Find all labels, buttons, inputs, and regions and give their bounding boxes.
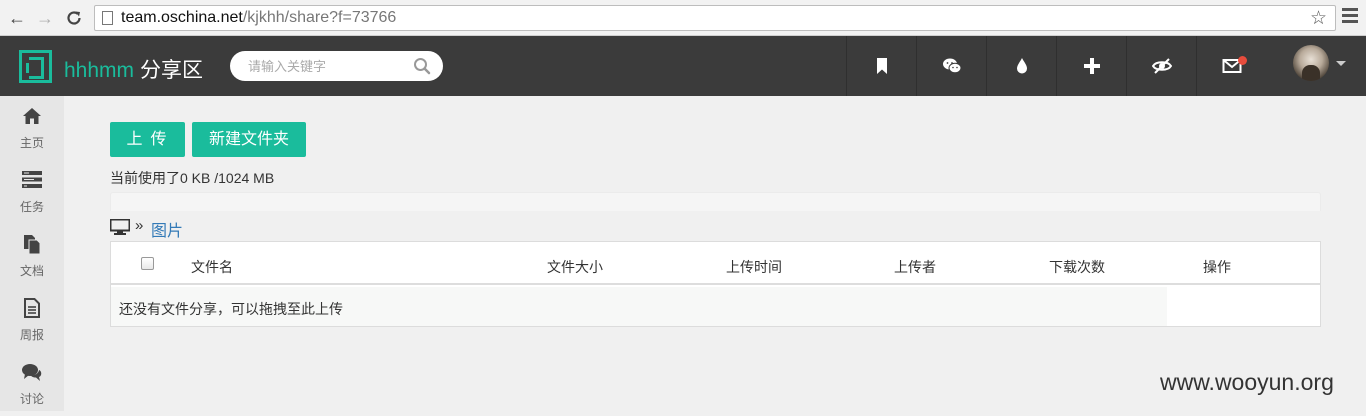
file-table: 文件名 文件大小 上传时间 上传者 下载次数 操作 还没有文件分享，可以拖拽至此… bbox=[110, 241, 1321, 327]
storage-progress-bar bbox=[110, 192, 1321, 211]
sidebar-item-label: 文档 bbox=[19, 264, 44, 278]
address-bar[interactable]: team.oschina.net/kjkhh/share?f=73766 ☆ bbox=[94, 5, 1336, 31]
discussion-icon bbox=[22, 364, 42, 381]
browser-toolbar: ← → team.oschina.net/kjkhh/share?f=73766… bbox=[0, 0, 1366, 36]
empty-state-text: 还没有文件分享，可以拖拽至此上传 bbox=[119, 301, 343, 317]
plus-icon bbox=[1083, 58, 1100, 74]
search-input[interactable] bbox=[248, 57, 408, 75]
drop-button[interactable] bbox=[986, 36, 1056, 96]
sidebar-item-report[interactable]: 周报 bbox=[0, 288, 64, 352]
breadcrumb-current[interactable]: 图片 bbox=[151, 217, 183, 241]
sidebar-item-label: 任务 bbox=[19, 200, 44, 214]
select-all-checkbox[interactable] bbox=[141, 257, 154, 270]
logo-icon[interactable] bbox=[19, 50, 52, 83]
browser-menu-icon[interactable] bbox=[1342, 8, 1358, 26]
bookmark-icon bbox=[876, 58, 887, 74]
upload-button[interactable]: 上传 bbox=[110, 122, 185, 157]
watermark: www.wooyun.org bbox=[1160, 369, 1334, 395]
url-path: /kjkhh/share?f=73766 bbox=[242, 9, 397, 26]
wechat-button[interactable] bbox=[916, 36, 986, 96]
storage-usage-text: 当前使用了0 KB /1024 MB bbox=[110, 170, 275, 186]
chevron-down-icon[interactable] bbox=[1336, 61, 1346, 66]
tasks-icon bbox=[22, 171, 42, 188]
reload-icon[interactable] bbox=[63, 7, 85, 29]
column-header-filename[interactable]: 文件名 bbox=[191, 257, 233, 277]
new-folder-button[interactable]: 新建文件夹 bbox=[192, 122, 306, 157]
sidebar-item-label: 主页 bbox=[19, 136, 44, 150]
report-icon bbox=[24, 298, 40, 318]
forward-arrow-icon[interactable]: → bbox=[34, 7, 56, 29]
table-header: 文件名 文件大小 上传时间 上传者 下载次数 操作 bbox=[111, 242, 1320, 285]
app-header: hhhmm 分享区 bbox=[0, 36, 1366, 96]
column-header-upload-time[interactable]: 上传时间 bbox=[726, 257, 782, 277]
drop-icon bbox=[1016, 58, 1027, 74]
avatar[interactable] bbox=[1293, 45, 1329, 81]
mail-button[interactable] bbox=[1196, 36, 1266, 96]
brand-title[interactable]: hhhmm 分享区 bbox=[64, 54, 203, 84]
sidebar: 主页 任务 文档 周报 讨论 bbox=[0, 96, 64, 411]
sidebar-item-documents[interactable]: 文档 bbox=[0, 224, 64, 288]
sidebar-item-discussion[interactable]: 讨论 bbox=[0, 352, 64, 416]
url-host: team.oschina.net bbox=[121, 9, 243, 26]
bookmark-button[interactable] bbox=[846, 36, 916, 96]
bookmark-star-icon[interactable]: ☆ bbox=[1310, 7, 1327, 30]
sidebar-item-label: 讨论 bbox=[19, 392, 44, 406]
brand-subtitle: 分享区 bbox=[140, 59, 204, 82]
documents-icon bbox=[24, 235, 41, 254]
add-button[interactable] bbox=[1056, 36, 1126, 96]
sidebar-item-home[interactable]: 主页 bbox=[0, 96, 64, 160]
column-header-downloads[interactable]: 下载次数 bbox=[1049, 257, 1105, 277]
url-text: team.oschina.net/kjkhh/share?f=73766 bbox=[121, 9, 396, 27]
wechat-icon bbox=[942, 58, 961, 74]
column-header-uploader[interactable]: 上传者 bbox=[894, 257, 936, 277]
sidebar-item-tasks[interactable]: 任务 bbox=[0, 160, 64, 224]
column-header-actions: 操作 bbox=[1203, 259, 1231, 275]
brand-name: hhhmm bbox=[64, 59, 135, 82]
monitor-icon[interactable] bbox=[110, 219, 130, 235]
breadcrumb-separator: » bbox=[135, 217, 144, 234]
table-row[interactable]: 还没有文件分享，可以拖拽至此上传 bbox=[111, 287, 1167, 326]
sidebar-item-label: 周报 bbox=[19, 328, 44, 342]
home-icon bbox=[23, 108, 41, 124]
column-header-filesize[interactable]: 文件大小 bbox=[547, 257, 603, 277]
page-icon bbox=[102, 11, 113, 25]
eye-icon bbox=[1151, 58, 1172, 74]
back-arrow-icon[interactable]: ← bbox=[6, 7, 28, 29]
eye-button[interactable] bbox=[1126, 36, 1196, 96]
search-icon[interactable] bbox=[413, 57, 431, 75]
notification-dot bbox=[1238, 56, 1247, 65]
search-box bbox=[230, 51, 443, 81]
